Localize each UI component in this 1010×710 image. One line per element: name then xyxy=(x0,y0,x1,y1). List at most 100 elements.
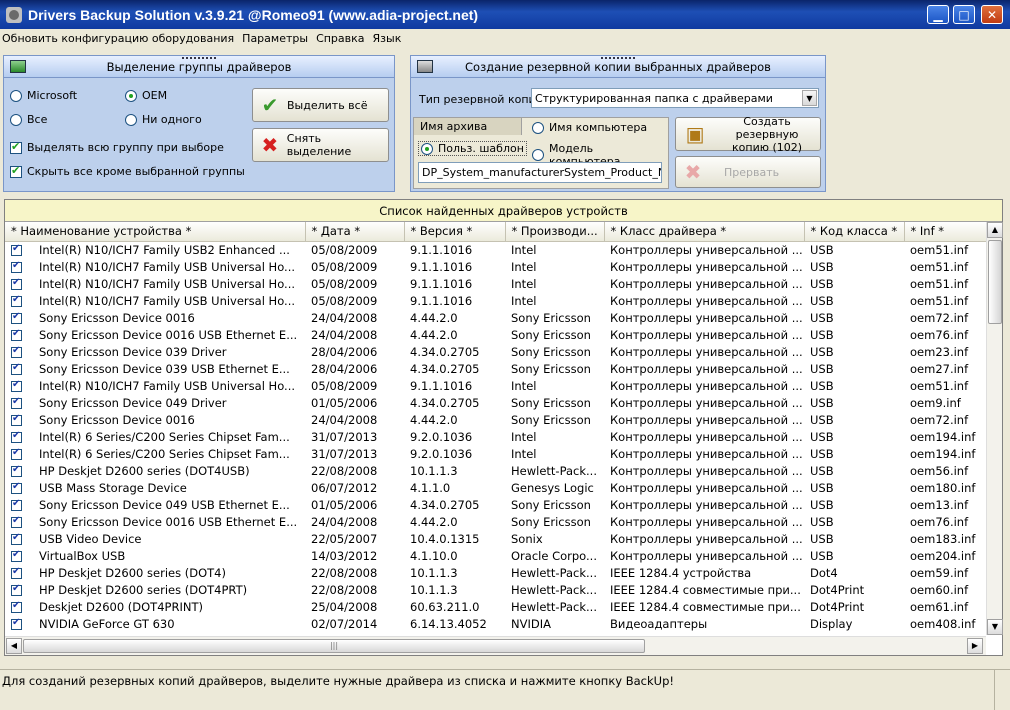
table-row[interactable]: Deskjet D2600 (DOT4PRINT) 25/04/2008 60.63… xyxy=(5,598,987,615)
abort-label: Прервать xyxy=(724,165,780,179)
scroll-right-icon[interactable]: ▶ xyxy=(967,638,983,654)
device-name-text: Intel(R) 6 Series/C200 Series Chipset Fa… xyxy=(39,429,290,444)
row-checkbox[interactable] xyxy=(11,243,22,256)
cell-date: 24/04/2008 xyxy=(311,514,378,529)
table-row[interactable]: Sony Ericsson Device 0016 24/04/2008 4.44.… xyxy=(5,309,987,326)
menu-update-hardware[interactable]: Обновить конфигурацию оборудования xyxy=(0,32,240,45)
select-all-button[interactable]: ✔ Выделить всё xyxy=(252,88,389,122)
horizontal-scrollbar[interactable]: ◀ ||| ▶ xyxy=(5,636,986,655)
table-row[interactable]: USB Mass Storage Device 06/07/2012 4.1.1.0… xyxy=(5,479,987,496)
column-header-manufacturer[interactable]: * Производи... xyxy=(505,222,605,242)
table-row[interactable]: HP Deskjet D2600 series (DOT4) 22/08/2008… xyxy=(5,564,987,581)
scroll-up-icon[interactable]: ▲ xyxy=(987,222,1003,238)
column-header-device-name[interactable]: * Наименование устройства * xyxy=(5,222,306,242)
radio-none[interactable]: Ни одного xyxy=(125,113,202,126)
row-checkbox[interactable] xyxy=(11,277,22,290)
column-header-version[interactable]: * Версия * xyxy=(404,222,506,242)
table-row[interactable]: Sony Ericsson Device 0016 24/04/2008 4.44.… xyxy=(5,411,987,428)
vertical-scrollbar[interactable]: ▲ ▼ xyxy=(986,222,1003,635)
scroll-left-icon[interactable]: ◀ xyxy=(6,638,22,654)
backup-type-select[interactable]: Структурированная папка с драйверами ▼ xyxy=(531,88,819,108)
radio-all[interactable]: Все xyxy=(10,113,47,126)
radio-none-label: Ни одного xyxy=(142,113,202,126)
table-row[interactable]: Sony Ericsson Device 039 USB Ethernet E.… xyxy=(5,360,987,377)
table-row[interactable]: HP Deskjet D2600 series (DOT4PRT) 22/08/2… xyxy=(5,581,987,598)
row-checkbox[interactable] xyxy=(11,345,22,358)
table-row[interactable]: Intel(R) N10/ICH7 Family USB Universal H… xyxy=(5,275,987,292)
table-row[interactable]: VirtualBox USB 14/03/2012 4.1.10.0 Oracle C… xyxy=(5,547,987,564)
device-name-text: Sony Ericsson Device 0016 USB Ethernet E… xyxy=(39,327,298,342)
cell-driver-class: Видеоадаптеры xyxy=(610,616,708,631)
cell-device-name: Sony Ericsson Device 039 USB Ethernet E.… xyxy=(5,360,305,377)
row-checkbox[interactable] xyxy=(11,294,22,307)
table-row[interactable]: Sony Ericsson Device 049 USB Ethernet E.… xyxy=(5,496,987,513)
cell-date: 05/08/2009 xyxy=(311,276,378,291)
minimize-button[interactable]: ▁ xyxy=(927,5,949,24)
row-checkbox[interactable] xyxy=(11,447,22,460)
abort-button[interactable]: ✖ Прервать xyxy=(675,156,821,188)
menu-parameters[interactable]: Параметры xyxy=(240,32,314,45)
row-checkbox[interactable] xyxy=(11,617,22,630)
row-checkbox[interactable] xyxy=(11,260,22,273)
column-header-inf[interactable]: * Inf * xyxy=(904,222,988,242)
table-row[interactable]: Intel(R) 6 Series/C200 Series Chipset Fa… xyxy=(5,445,987,462)
scroll-down-icon[interactable]: ▼ xyxy=(987,619,1003,635)
table-row[interactable]: USB Video Device 22/05/2007 10.4.0.1315 Son… xyxy=(5,530,987,547)
create-backup-button[interactable]: ▣ Создать резервную копию (102) xyxy=(675,115,821,154)
cell-device-name: Intel(R) 6 Series/C200 Series Chipset Fa… xyxy=(5,428,305,445)
table-row[interactable]: Intel(R) N10/ICH7 Family USB Universal H… xyxy=(5,292,987,309)
row-checkbox[interactable] xyxy=(11,481,22,494)
table-row[interactable]: Sony Ericsson Device 0016 USB Ethernet E… xyxy=(5,326,987,343)
close-button[interactable]: ✕ xyxy=(981,5,1003,24)
row-checkbox[interactable] xyxy=(11,413,22,426)
row-checkbox[interactable] xyxy=(11,532,22,545)
horizontal-scroll-thumb[interactable]: ||| xyxy=(23,639,645,653)
table-row[interactable]: HP Deskjet D2600 series (DOT4USB) 22/08/2… xyxy=(5,462,987,479)
checkbox-hide-other-groups-label: Скрыть все кроме выбранной группы xyxy=(27,165,245,178)
drag-grip-right[interactable] xyxy=(601,57,635,60)
row-checkbox[interactable] xyxy=(11,583,22,596)
cell-driver-class: Контроллеры универсальной ... xyxy=(610,463,803,478)
menu-language[interactable]: Язык xyxy=(371,32,408,45)
radio-microsoft[interactable]: Microsoft xyxy=(10,89,77,102)
column-header-class-code[interactable]: * Код класса * xyxy=(804,222,905,242)
template-input[interactable]: DP_System_manufacturerSystem_Product_Nam… xyxy=(418,162,662,183)
cell-class-code: Dot4Print xyxy=(810,582,865,597)
radio-user-template[interactable]: Польз. шаблон xyxy=(418,141,527,156)
table-row[interactable]: Intel(R) N10/ICH7 Family USB Universal H… xyxy=(5,258,987,275)
checkbox-hide-other-groups-box xyxy=(10,164,22,178)
table-row[interactable]: NVIDIA GeForce GT 630 02/07/2014 6.14.13.4… xyxy=(5,615,987,632)
row-checkbox[interactable] xyxy=(11,311,22,324)
column-header-date[interactable]: * Дата * xyxy=(305,222,405,242)
menu-help[interactable]: Справка xyxy=(314,32,370,45)
table-row[interactable]: Intel(R) 6 Series/C200 Series Chipset Fa… xyxy=(5,428,987,445)
checkbox-select-whole-group[interactable]: Выделять всю группу при выборе xyxy=(10,140,224,154)
title-bar[interactable]: Drivers Backup Solution v.3.9.21 @Romeo9… xyxy=(0,0,1010,29)
row-checkbox[interactable] xyxy=(11,396,22,409)
checkbox-hide-other-groups[interactable]: Скрыть все кроме выбранной группы xyxy=(10,164,245,178)
row-checkbox[interactable] xyxy=(11,362,22,375)
row-checkbox[interactable] xyxy=(11,566,22,579)
table-row[interactable]: Intel(R) N10/ICH7 Family USB Universal H… xyxy=(5,377,987,394)
column-header-driver-class[interactable]: * Класс драйвера * xyxy=(604,222,805,242)
table-row[interactable]: Sony Ericsson Device 0016 USB Ethernet E… xyxy=(5,513,987,530)
maximize-button[interactable]: □ xyxy=(953,5,975,24)
table-row[interactable]: Intel(R) N10/ICH7 Family USB2 Enhanced .… xyxy=(5,241,987,258)
row-checkbox[interactable] xyxy=(11,328,22,341)
row-checkbox[interactable] xyxy=(11,498,22,511)
chevron-down-icon[interactable]: ▼ xyxy=(802,90,817,106)
table-row[interactable]: Sony Ericsson Device 039 Driver 28/04/200… xyxy=(5,343,987,360)
cell-inf: oem51.inf xyxy=(910,378,969,393)
row-checkbox[interactable] xyxy=(11,515,22,528)
radio-oem[interactable]: OEM xyxy=(125,89,167,102)
vertical-scroll-thumb[interactable] xyxy=(988,240,1002,324)
deselect-button[interactable]: ✖ Снять выделение xyxy=(252,128,389,162)
row-checkbox[interactable] xyxy=(11,379,22,392)
row-checkbox[interactable] xyxy=(11,464,22,477)
row-checkbox[interactable] xyxy=(11,600,22,613)
table-row[interactable]: Sony Ericsson Device 049 Driver 01/05/200… xyxy=(5,394,987,411)
drag-grip[interactable] xyxy=(182,57,216,60)
radio-computer-name[interactable]: Имя компьютера xyxy=(532,121,647,134)
row-checkbox[interactable] xyxy=(11,430,22,443)
row-checkbox[interactable] xyxy=(11,549,22,562)
